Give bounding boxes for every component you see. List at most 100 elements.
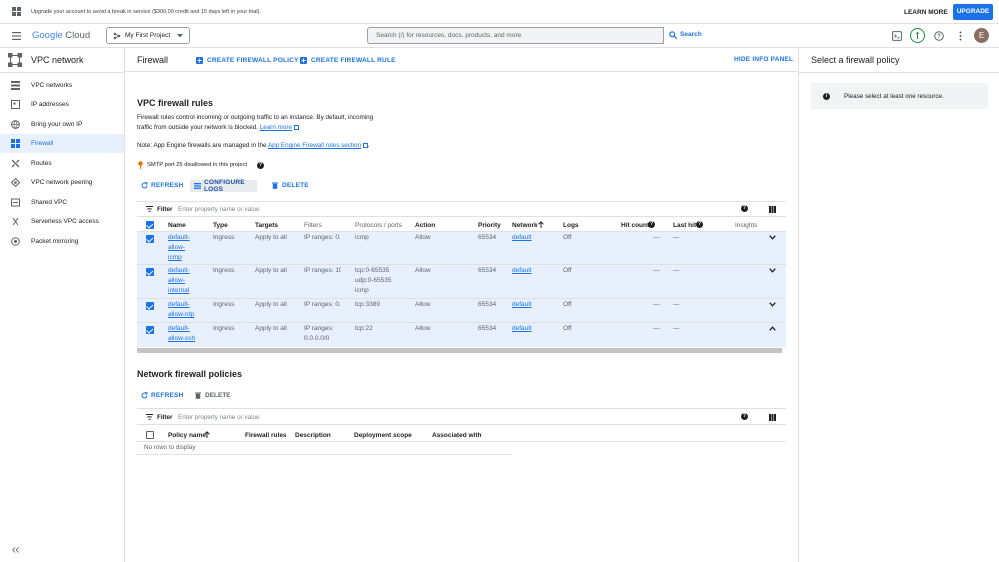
last-hit-help-icon[interactable]: ? — [696, 221, 703, 228]
app-engine-rules-link[interactable]: App Engine Firewall rules section — [268, 142, 361, 149]
sort-ascending-icon[interactable] — [204, 431, 210, 438]
create-firewall-rule-label: CREATE FIREWALL RULE — [311, 56, 396, 64]
expand-row-icon[interactable] — [769, 268, 776, 273]
collapse-row-icon[interactable] — [769, 326, 776, 331]
refresh-button[interactable]: REFRESH — [141, 182, 183, 189]
avatar[interactable]: E — [974, 28, 989, 43]
project-picker[interactable]: My First Project — [106, 27, 190, 44]
table-row[interactable]: default- allow-rdp Ingress Apply to all … — [137, 299, 786, 323]
create-firewall-rule-button[interactable]: CREATE FIREWALL RULE — [300, 55, 396, 65]
create-firewall-policy-label: CREATE FIREWALL POLICY — [207, 56, 299, 64]
column-header-hit-count[interactable]: Hit count — [621, 222, 649, 229]
column-header-protocols[interactable]: Protocols / ports — [355, 222, 402, 229]
expand-row-icon[interactable] — [769, 235, 776, 240]
network-link[interactable]: default — [512, 266, 532, 276]
sidebar-item-ip-addresses[interactable]: IP addresses — [0, 95, 124, 114]
filter-bar[interactable]: Filter Enter property name or value ? — [137, 201, 786, 217]
sidebar-item-packet-mirroring[interactable]: Packet mirroring — [0, 232, 124, 251]
sidebar-item-serverless-vpc-access[interactable]: Serverless VPC access — [0, 212, 124, 231]
rule-name-link[interactable]: default- allow-ssh — [168, 324, 195, 344]
rule-name-link[interactable]: default- allow- internal — [168, 266, 190, 296]
rule-name-link[interactable]: default- allow- icmp — [168, 233, 190, 263]
create-firewall-policy-button[interactable]: CREATE FIREWALL POLICY — [196, 55, 299, 65]
learn-more-link[interactable]: Learn more — [260, 124, 292, 131]
hamburger-menu-icon[interactable] — [12, 32, 21, 40]
sidebar-item-vpc-networks[interactable]: VPC networks — [0, 76, 124, 95]
row-checkbox[interactable] — [146, 326, 154, 334]
logo-cloud-text: Cloud — [65, 30, 91, 41]
column-header-deployment-scope[interactable]: Deployment scope — [354, 432, 412, 439]
sidebar-item-firewall[interactable]: Firewall — [0, 134, 124, 153]
column-display-icon[interactable] — [769, 206, 776, 213]
network-link[interactable]: default — [512, 324, 532, 334]
delete-button[interactable]: DELETE — [272, 182, 309, 189]
filter-help-icon[interactable]: ? — [741, 205, 748, 212]
row-checkbox[interactable] — [146, 268, 154, 276]
row-checkbox[interactable] — [146, 235, 154, 243]
refresh-icon — [141, 392, 148, 399]
filter-input[interactable]: Enter property name or value — [178, 206, 260, 213]
rule-name-link[interactable]: default- allow-rdp — [168, 300, 194, 320]
search-bar[interactable]: Search (/) for resources, docs, products… — [367, 27, 708, 44]
cell-targets: Apply to all — [255, 267, 287, 274]
sidebar-item-bring-your-own-ip[interactable]: Bring your own IP — [0, 115, 124, 134]
collapse-sidebar-icon[interactable] — [12, 547, 19, 553]
column-header-associated-with[interactable]: Associated with — [432, 432, 481, 439]
column-header-last-hit[interactable]: Last hit — [673, 222, 696, 229]
column-header-policy-name[interactable]: Policy name — [168, 432, 206, 439]
select-all-checkbox[interactable] — [146, 221, 154, 229]
select-all-checkbox[interactable] — [146, 431, 154, 439]
table-row[interactable]: default- allow-ssh Ingress Apply to all … — [137, 323, 786, 347]
column-header-filters[interactable]: Filters — [304, 222, 322, 229]
refresh-button[interactable]: REFRESH — [141, 392, 183, 399]
column-header-insights[interactable]: Insights — [735, 222, 757, 229]
hide-info-panel-button[interactable]: HIDE INFO PANEL — [734, 56, 793, 63]
apps-grid-icon[interactable] — [12, 7, 21, 16]
column-header-description[interactable]: Description — [295, 432, 331, 439]
hit-count-help-icon[interactable]: ? — [648, 221, 655, 228]
name-part: internal — [168, 287, 190, 294]
table-row[interactable]: default- allow- internal Ingress Apply t… — [137, 265, 786, 299]
column-header-logs[interactable]: Logs — [563, 222, 579, 229]
column-display-icon[interactable] — [769, 414, 776, 421]
column-header-name[interactable]: Name — [168, 222, 186, 229]
column-header-firewall-rules[interactable]: Firewall rules — [245, 432, 287, 439]
expand-row-icon[interactable] — [769, 302, 776, 307]
column-header-targets[interactable]: Targets — [255, 222, 278, 229]
search-input[interactable]: Search (/) for resources, docs, products… — [376, 32, 521, 39]
filter-input[interactable]: Enter property name or value — [178, 414, 260, 421]
horizontal-scrollbar[interactable] — [137, 348, 782, 353]
search-button-label: Search — [680, 31, 702, 38]
gemini-assist-icon[interactable] — [910, 28, 925, 43]
google-cloud-logo[interactable]: Google Cloud — [32, 30, 90, 41]
upgrade-button[interactable]: UPGRADE — [953, 4, 993, 20]
filter-icon — [146, 414, 153, 420]
filter-bar[interactable]: Filter Enter property name or value ? — [137, 408, 786, 425]
column-header-type[interactable]: Type — [213, 222, 228, 229]
name-part: default- — [168, 325, 190, 332]
sidebar-item-shared-vpc[interactable]: Shared VPC — [0, 193, 124, 212]
refresh-label: REFRESH — [151, 392, 184, 399]
search-button[interactable]: Search — [663, 27, 708, 44]
column-header-network[interactable]: Network — [512, 222, 538, 229]
table-row[interactable]: default- allow- icmp Ingress Apply to al… — [137, 232, 786, 265]
column-header-priority[interactable]: Priority — [478, 222, 501, 229]
learn-more-button[interactable]: LEARN MORE — [904, 9, 948, 16]
sidebar-item-routes[interactable]: Routes — [0, 154, 124, 173]
cloud-shell-icon[interactable] — [892, 31, 902, 41]
smtp-help-icon[interactable]: ? — [257, 162, 264, 169]
note-suffix: . — [367, 142, 370, 149]
sort-ascending-icon[interactable] — [538, 221, 544, 228]
filter-entry: IP ranges: — [304, 325, 334, 332]
network-link[interactable]: default — [512, 233, 532, 243]
filter-help-icon[interactable]: ? — [741, 413, 748, 420]
row-checkbox[interactable] — [146, 302, 154, 310]
rules-table-header: Name Type Targets Filters Protocols / po… — [137, 218, 786, 232]
sidebar-item-label: VPC networks — [31, 82, 73, 89]
help-icon[interactable]: ? — [934, 31, 944, 41]
configure-logs-button[interactable]: CONFIGURE LOGS — [190, 179, 257, 193]
column-header-action[interactable]: Action — [415, 222, 435, 229]
more-options-icon[interactable] — [959, 31, 962, 41]
network-link[interactable]: default — [512, 300, 532, 310]
sidebar-item-vpc-network-peering[interactable]: VPC network peering — [0, 173, 124, 192]
